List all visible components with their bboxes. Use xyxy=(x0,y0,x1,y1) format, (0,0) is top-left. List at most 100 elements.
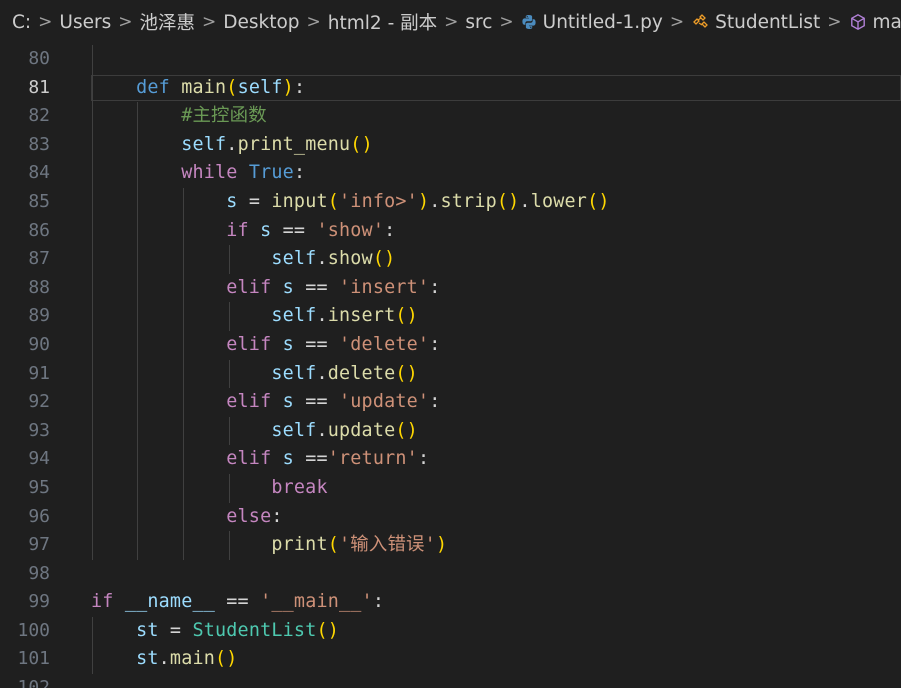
code-line[interactable]: 98 xyxy=(0,560,901,589)
code-token: delete xyxy=(327,362,396,384)
code-token: self xyxy=(181,133,227,155)
line-number: 87 xyxy=(28,248,50,270)
code-line[interactable]: 89 self.insert() xyxy=(0,302,901,331)
code-token: if xyxy=(91,591,114,613)
code-line[interactable]: 88 elif s == 'insert': xyxy=(0,273,901,303)
code-token: break xyxy=(271,476,328,498)
line-number: 85 xyxy=(28,190,50,212)
code-line[interactable]: 97 print('输入错误') xyxy=(0,531,901,560)
code-token: StudentList xyxy=(192,619,317,641)
code-token: () xyxy=(395,419,418,441)
python-icon xyxy=(521,14,537,30)
class-symbol-icon xyxy=(691,13,709,31)
code-token: 'return' xyxy=(327,448,418,470)
code-text: if s == 'show': xyxy=(91,217,395,246)
line-number: 92 xyxy=(28,391,50,413)
editor-lines: 80 81 def main(self): 82 #主控函数 83 self.pri… xyxy=(0,45,901,688)
line-number: 82 xyxy=(28,105,50,127)
code-token: == xyxy=(293,276,340,298)
code-line[interactable]: 90 elif s == 'delete': xyxy=(0,330,901,360)
code-token: ) xyxy=(435,534,448,556)
code-token: : xyxy=(271,505,283,527)
code-token: print xyxy=(271,534,328,556)
line-number: 88 xyxy=(28,276,50,298)
code-token: st xyxy=(136,619,159,641)
code-text: self.update() xyxy=(91,417,418,446)
code-line[interactable]: 83 self.print_menu() xyxy=(0,130,901,160)
code-line[interactable]: 94 elif s =='return': xyxy=(0,445,901,474)
code-line[interactable]: 80 xyxy=(0,45,901,74)
breadcrumb-label: C: xyxy=(12,11,32,33)
code-line[interactable]: 87 self.show() xyxy=(0,245,901,274)
code-token: self xyxy=(237,76,283,98)
code-text: break xyxy=(91,474,328,503)
breadcrumb-label: main xyxy=(872,11,901,33)
code-token: insert xyxy=(327,305,396,327)
code-line[interactable]: 99 if __name__ == '__main__': xyxy=(0,588,901,617)
breadcrumb-item[interactable]: Untitled-1.py xyxy=(521,12,663,33)
code-token: if xyxy=(226,219,249,241)
code-token: == xyxy=(293,333,340,355)
line-number: 80 xyxy=(28,48,50,69)
breadcrumb-item[interactable]: html2 - 副本 xyxy=(328,9,437,35)
code-token: print_menu xyxy=(237,133,351,155)
code-text: st = StudentList() xyxy=(91,617,339,646)
code-token: == xyxy=(293,391,340,413)
code-line[interactable]: 85 s = input('info>').strip().lower() xyxy=(0,187,901,217)
code-token: () xyxy=(372,248,396,270)
breadcrumb-item[interactable]: Desktop xyxy=(223,12,299,33)
line-number: 100 xyxy=(17,619,50,641)
code-line[interactable]: 100 st = StudentList() xyxy=(0,616,901,646)
line-number: 91 xyxy=(28,362,50,384)
breadcrumb-item[interactable]: Users xyxy=(59,12,111,33)
code-text: elif s == 'delete': xyxy=(91,331,440,360)
code-line[interactable]: 84 while True: xyxy=(0,159,901,188)
code-token: = xyxy=(158,619,193,641)
line-number: 101 xyxy=(17,648,50,670)
code-line[interactable]: 101 st.main() xyxy=(0,645,901,675)
code-editor[interactable]: 80 81 def main(self): 82 #主控函数 83 self.pri… xyxy=(0,44,901,688)
breadcrumb-item[interactable]: main xyxy=(849,12,901,33)
code-token: lower xyxy=(530,190,588,212)
breadcrumb-item[interactable]: src xyxy=(465,12,492,33)
code-token: . xyxy=(316,248,328,270)
code-text: elif s == 'update': xyxy=(91,388,440,417)
code-token: : xyxy=(429,333,441,355)
code-token: input xyxy=(271,190,328,212)
line-number: 94 xyxy=(28,448,50,470)
code-token: = xyxy=(237,190,272,212)
code-token: else xyxy=(226,505,272,527)
code-line[interactable]: 95 break xyxy=(0,473,901,503)
code-line[interactable]: 91 self.delete() xyxy=(0,359,901,389)
code-text: s = input('info>').strip().lower() xyxy=(91,188,610,217)
code-token: self xyxy=(271,305,317,327)
breadcrumb-item[interactable]: C: xyxy=(12,12,31,33)
code-token: () xyxy=(587,190,610,212)
breadcrumb-separator: > xyxy=(669,12,685,32)
code-token: : xyxy=(293,76,306,98)
code-line[interactable]: 102 xyxy=(0,674,901,688)
code-token: () xyxy=(395,362,418,384)
code-line[interactable]: 86 if s == 'show': xyxy=(0,216,901,246)
code-line[interactable]: 93 self.update() xyxy=(0,416,901,446)
code-text: self.print_menu() xyxy=(91,131,373,160)
code-token: strip xyxy=(440,190,497,212)
line-number: 93 xyxy=(28,419,50,441)
breadcrumb-label: Untitled-1.py xyxy=(542,11,663,33)
breadcrumb-item[interactable]: StudentList xyxy=(691,12,820,33)
code-token: ( xyxy=(226,76,238,98)
code-token: : xyxy=(417,448,430,470)
breadcrumb-item[interactable]: 池泽惠 xyxy=(139,9,195,35)
code-token: 'show' xyxy=(316,219,385,241)
code-text: def main(self): xyxy=(91,74,305,103)
breadcrumb-label: Desktop xyxy=(223,11,300,33)
line-number: 99 xyxy=(28,591,50,613)
code-line[interactable]: 82 #主控函数 xyxy=(0,102,901,131)
code-token: True xyxy=(248,162,294,184)
line-number: 95 xyxy=(28,476,50,498)
code-text: st.main() xyxy=(91,645,238,674)
code-line[interactable]: 81 def main(self): xyxy=(0,73,901,103)
code-line[interactable]: 96 else: xyxy=(0,502,901,532)
code-line[interactable]: 92 elif s == 'update': xyxy=(0,388,901,417)
